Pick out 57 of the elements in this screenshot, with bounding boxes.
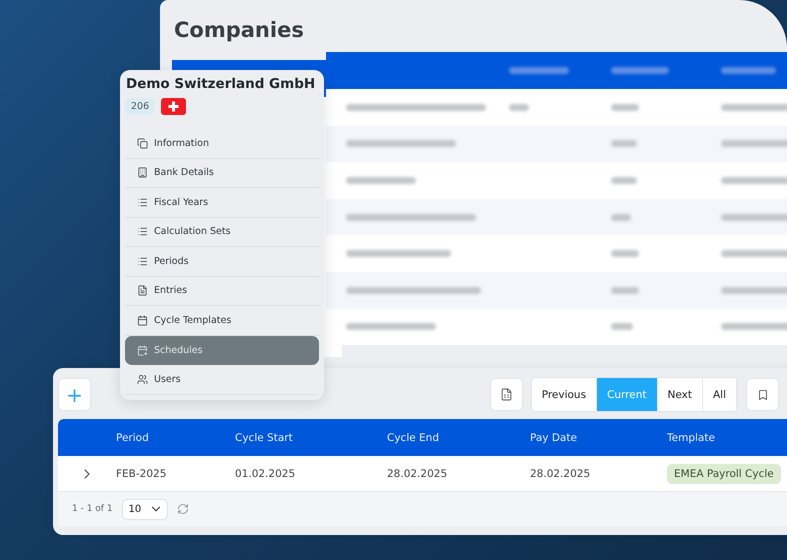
bookmark-icon [756,388,768,400]
table-cell-text: 01.02.2025 [235,468,296,480]
blurred-text-bar [611,286,639,294]
page-size-select[interactable]: 10 [122,498,168,520]
menu-item[interactable]: Schedules [125,336,319,365]
blurred-text-bar [509,67,569,74]
blurred-text-bar [611,104,639,111]
building-icon [137,167,148,178]
table-cell-text: 28.02.2025 [387,468,448,480]
calendar-icon [137,344,148,356]
calendar-icon [137,314,148,326]
bookmark-button[interactable] [746,378,779,411]
menu-item[interactable]: Periods [125,247,319,276]
menu-item[interactable]: Bank Details [125,158,319,188]
table-row[interactable]: FEB-2025 01.02.2025 28.02.2025 28.02.2025 EMEA Payroll Cycle [58,456,787,492]
filter-tab[interactable]: Previous [532,378,598,411]
blurred-text-bar [721,214,787,221]
blurred-text-bar [611,214,631,221]
blurred-text-bar [611,67,669,74]
blurred-text-bar [509,104,529,111]
blurred-text-bar [611,140,637,148]
users-icon [137,374,148,385]
company-name: Demo Switzerland GmbH [125,75,316,94]
table-cell-text: 28.02.2025 [530,468,592,480]
column-header: Cycle End [387,432,440,444]
table-cell-text: FEB-2025 [116,468,168,480]
menu-item[interactable]: Users [125,365,319,394]
template-tag: EMEA Payroll Cycle [667,464,781,484]
blurred-text-bar [721,323,787,330]
id-badge: 206 [125,98,156,115]
blurred-text-bar [721,67,776,74]
document-icon [137,285,148,296]
column-header: Pay Date [530,432,578,444]
blurred-text-bar [721,140,787,148]
page-title: Companies [173,17,304,44]
blurred-text-bar [721,286,787,294]
refresh-button[interactable] [176,503,189,515]
blurred-text-bar [611,250,639,258]
blurred-text-bar [611,176,637,184]
refresh-icon [176,503,189,515]
blurred-text-bar [721,250,787,258]
column-header: Period [116,432,150,444]
menu-item[interactable]: Fiscal Years [125,188,319,218]
column-header: Template [667,432,716,444]
blurred-text-bar [611,323,633,330]
menu-item[interactable]: Entries [125,276,319,306]
menu-item[interactable]: Information [125,129,319,158]
blurred-text-bar [721,176,787,184]
blurred-text-bar [346,176,416,184]
record-count: 1 - 1 of 1 [72,504,113,514]
column-header: Cycle Start [235,432,294,444]
spreadsheet-icon [500,388,513,401]
swiss-flag-icon [161,98,186,115]
copy-icon [137,138,148,149]
excel-export-button[interactable] [490,378,523,411]
menu-item[interactable]: Calculation Sets [125,218,319,247]
blurred-text-bar [721,104,787,111]
